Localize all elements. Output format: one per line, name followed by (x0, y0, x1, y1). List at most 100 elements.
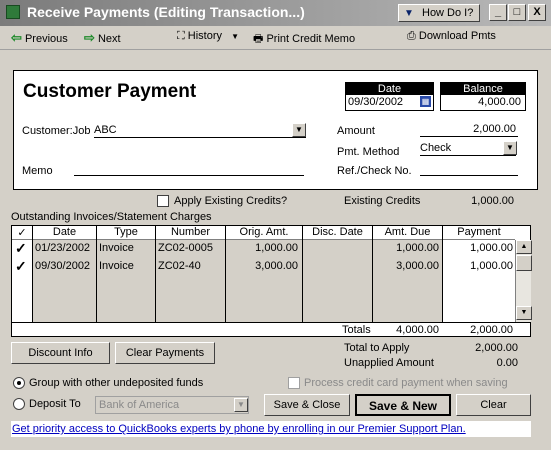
totals-payment: 2,000.00 (470, 324, 513, 336)
row-number[interactable]: ZC02-0005 (158, 241, 213, 255)
process-cc-label: Process credit card payment when saving (304, 377, 508, 389)
dropdown-arrow-icon: ▼ (231, 32, 239, 41)
save-close-button[interactable]: Save & Close (264, 394, 350, 416)
how-do-i-button[interactable]: ▼ How Do I? (398, 4, 480, 22)
previous-label: Previous (24, 33, 68, 45)
window-title: Receive Payments (Editing Transaction...… (27, 4, 305, 20)
unapplied-amount-value: 0.00 (496, 357, 518, 369)
row-number[interactable]: ZC02-40 (158, 259, 201, 273)
print-credit-memo-button[interactable]: 🖶 Print Credit Memo (253, 30, 355, 49)
how-do-i-label: How Do I? (422, 7, 474, 19)
deposit-to-label: Deposit To (29, 398, 81, 410)
row-payment[interactable]: 1,000.00 (443, 259, 513, 273)
check-column-header: ✓ (12, 226, 32, 240)
amt-due-column-header[interactable]: Amt. Due (373, 226, 442, 240)
disc-date-column-header[interactable]: Disc. Date (303, 226, 372, 240)
arrow-right-icon: ⇨ (84, 30, 95, 45)
maximize-button[interactable]: □ (508, 4, 526, 21)
close-button[interactable]: X (528, 4, 546, 21)
group-undeposited-label: Group with other undeposited funds (29, 377, 204, 389)
download-icon: ⎙ (407, 30, 416, 42)
row-type[interactable]: Invoice (99, 241, 134, 255)
row-orig-amt[interactable]: 1,000.00 (226, 241, 298, 255)
chevron-down-icon: ▼ (404, 8, 414, 19)
outstanding-invoices-title: Outstanding Invoices/Statement Charges (11, 211, 212, 223)
apply-credits-checkbox[interactable] (157, 195, 169, 207)
premier-support-link[interactable]: Get priority access to QuickBooks expert… (11, 421, 531, 437)
download-pmts-label: Download Pmts (418, 30, 496, 42)
deposit-to-value: Bank of America (99, 399, 180, 411)
group-undeposited-radio[interactable] (13, 377, 25, 389)
save-new-button[interactable]: Save & New (355, 394, 451, 416)
memo-field[interactable] (74, 161, 304, 176)
column-divider (32, 226, 33, 322)
scroll-down-icon[interactable]: ▼ (516, 306, 532, 320)
total-to-apply-label: Total to Apply (344, 342, 410, 354)
ref-check-label: Ref./Check No. (337, 165, 412, 177)
existing-credits-value: 1,000.00 (471, 195, 514, 207)
row-payment[interactable]: 1,000.00 (443, 241, 513, 255)
date-column-header[interactable]: Date (33, 226, 96, 240)
row-orig-amt[interactable]: 3,000.00 (226, 259, 298, 273)
download-pmts-button[interactable]: ⎙ Download Pmts (407, 30, 496, 43)
pmt-method-select[interactable]: Check ▼ (420, 141, 517, 156)
row-date[interactable]: 01/23/2002 (35, 241, 90, 255)
memo-label: Memo (22, 165, 53, 177)
vertical-scrollbar[interactable]: ▲ ▼ (515, 240, 532, 322)
invoices-table: ✓ Date Type Number Orig. Amt. Disc. Date… (11, 225, 532, 337)
ref-check-field[interactable] (420, 161, 518, 176)
totals-amt-due: 4,000.00 (396, 324, 439, 336)
totals-label: Totals (342, 324, 371, 336)
total-to-apply-value: 2,000.00 (475, 342, 518, 354)
existing-credits-label: Existing Credits (344, 195, 421, 207)
next-label: Next (97, 33, 121, 45)
date-value: 09/30/2002 (348, 96, 404, 108)
title-bar: Receive Payments (Editing Transaction...… (0, 0, 551, 26)
discount-info-button[interactable]: Discount Info (11, 342, 110, 364)
type-column-header[interactable]: Type (97, 226, 155, 240)
column-divider (155, 226, 156, 322)
row-checkmark-icon[interactable]: ✓ (15, 241, 27, 255)
amount-field[interactable]: 2,000.00 (420, 122, 518, 137)
deposit-to-select[interactable]: Bank of America ▼ (95, 396, 249, 414)
date-field[interactable]: 09/30/2002 ▦ (345, 94, 434, 111)
page-title: Customer Payment (23, 81, 197, 102)
scrollbar-thumb[interactable] (516, 255, 532, 271)
minimize-button[interactable]: _ (489, 4, 507, 21)
customer-job-field[interactable]: ABC ▼ (94, 123, 306, 138)
next-button[interactable]: ⇨ Next (84, 30, 121, 46)
clear-button[interactable]: Clear (456, 394, 531, 416)
unapplied-amount-label: Unapplied Amount (344, 357, 434, 369)
previous-button[interactable]: ⇦ Previous (11, 30, 68, 46)
chevron-down-icon[interactable]: ▼ (292, 123, 306, 137)
column-divider (96, 226, 97, 322)
toolbar: ⇦ Previous ⇨ Next ⛶ History ▼ 🖶 Print Cr… (0, 26, 551, 50)
row-checkmark-icon[interactable]: ✓ (15, 259, 27, 273)
history-label: History (187, 30, 222, 42)
number-column-header[interactable]: Number (156, 226, 225, 240)
row-date[interactable]: 09/30/2002 (35, 259, 90, 273)
arrow-left-icon: ⇦ (11, 30, 22, 45)
customer-payment-form: Customer Payment Date 09/30/2002 ▦ Balan… (13, 70, 538, 190)
customer-job-value: ABC (94, 124, 117, 136)
row-amt-due[interactable]: 1,000.00 (373, 241, 439, 255)
chevron-down-icon[interactable]: ▼ (234, 398, 248, 412)
print-credit-memo-label: Print Credit Memo (266, 33, 356, 45)
row-amt-due[interactable]: 3,000.00 (373, 259, 439, 273)
history-button[interactable]: ⛶ History ▼ (177, 30, 239, 43)
chevron-down-icon[interactable]: ▼ (503, 141, 517, 155)
process-cc-checkbox[interactable] (288, 377, 300, 389)
column-divider (302, 226, 303, 322)
radio-selected-dot (17, 381, 21, 385)
orig-amt-column-header[interactable]: Orig. Amt. (226, 226, 302, 240)
customer-job-label: Customer:Job (22, 125, 91, 137)
disc-date-column-bg (303, 240, 372, 322)
pmt-method-label: Pmt. Method (337, 146, 400, 158)
balance-value: 4,000.00 (440, 94, 526, 111)
row-type[interactable]: Invoice (99, 259, 134, 273)
payment-column-header[interactable]: Payment (443, 226, 515, 240)
deposit-to-radio[interactable] (13, 398, 25, 410)
clear-payments-button[interactable]: Clear Payments (115, 342, 215, 364)
scroll-up-icon[interactable]: ▲ (516, 240, 532, 254)
calendar-icon[interactable]: ▦ (420, 96, 431, 107)
